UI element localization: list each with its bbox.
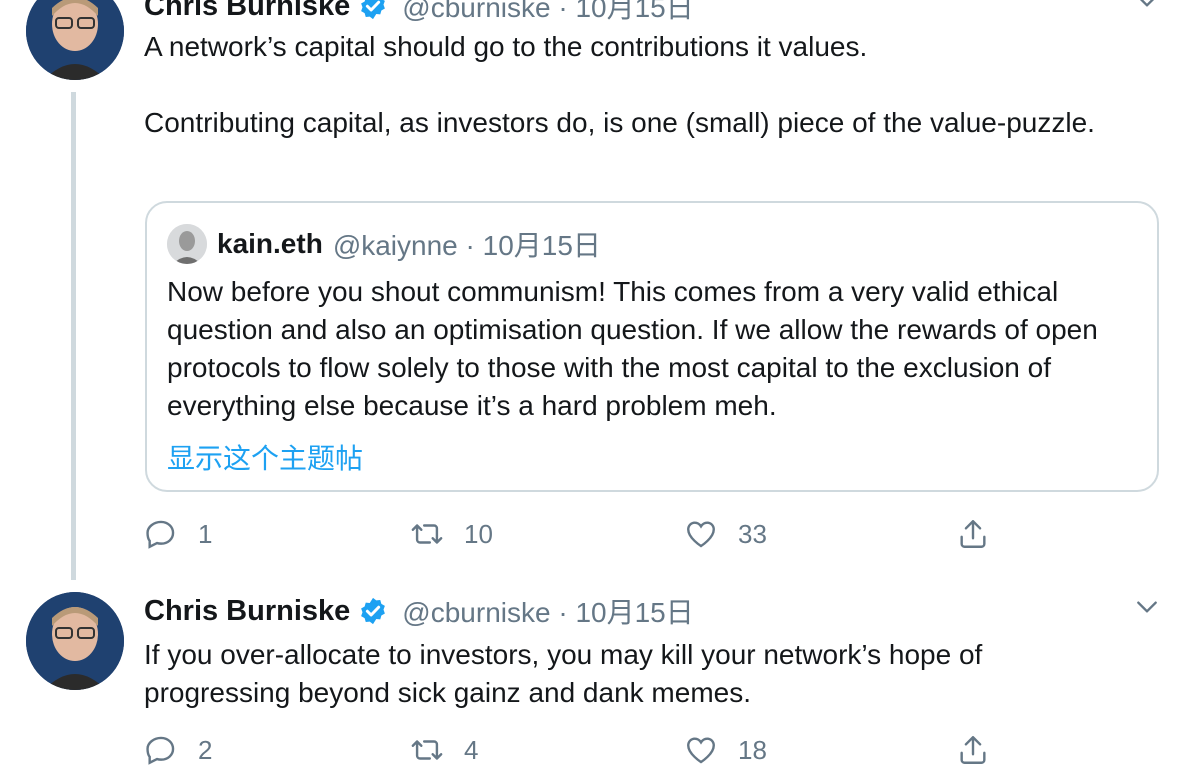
retweet-count: 4 bbox=[464, 734, 479, 765]
chevron-down-icon[interactable] bbox=[1134, 0, 1160, 14]
like-button[interactable]: 18 bbox=[684, 728, 767, 772]
like-icon bbox=[687, 521, 715, 548]
tweet-header: Chris Burniske @cburniske · 10月15日 bbox=[144, 0, 694, 26]
tweet-2[interactable]: Chris Burniske @cburniske · 10月15日 If yo… bbox=[0, 590, 1186, 765]
reply-button[interactable]: 2 bbox=[144, 728, 212, 772]
quoted-text: Now before you shout communism! This com… bbox=[167, 276, 1098, 421]
reply-count: 1 bbox=[198, 518, 213, 549]
reply-button[interactable]: 1 bbox=[144, 512, 212, 556]
avatar[interactable] bbox=[26, 0, 124, 80]
tweet-text: If you over-allocate to investors, you m… bbox=[144, 639, 991, 708]
share-icon bbox=[960, 736, 986, 764]
verified-badge-icon bbox=[358, 0, 388, 21]
tweet-header: Chris Burniske @cburniske · 10月15日 bbox=[144, 591, 694, 631]
reply-count: 2 bbox=[198, 734, 213, 765]
share-button[interactable] bbox=[956, 728, 990, 772]
quoted-author-name[interactable]: kain.eth bbox=[217, 228, 323, 260]
author-name[interactable]: Chris Burniske bbox=[144, 595, 350, 628]
like-count: 33 bbox=[738, 518, 767, 549]
verified-badge-icon bbox=[358, 596, 388, 626]
quoted-handle-date[interactable]: @kaiynne · 10月15日 bbox=[333, 224, 601, 264]
retweet-icon bbox=[411, 740, 443, 760]
share-button[interactable] bbox=[956, 512, 990, 556]
tweet-actions: 1 10 33 bbox=[144, 512, 1144, 556]
tweet-text: A network’s capital should go to the con… bbox=[144, 31, 1095, 138]
share-icon bbox=[960, 520, 986, 548]
show-thread-link[interactable]: 显示这个主题帖 bbox=[167, 437, 363, 477]
thread-line bbox=[71, 92, 76, 580]
handle-date[interactable]: @cburniske · 10月15日 bbox=[402, 591, 693, 631]
like-count: 18 bbox=[738, 734, 767, 765]
like-icon bbox=[687, 737, 715, 764]
quoted-header: kain.eth @kaiynne · 10月15日 bbox=[167, 223, 601, 265]
reply-icon bbox=[146, 736, 175, 765]
chevron-down-icon[interactable] bbox=[1134, 594, 1160, 620]
quoted-tweet[interactable]: kain.eth @kaiynne · 10月15日 Now before yo… bbox=[145, 201, 1159, 492]
retweet-button[interactable]: 10 bbox=[410, 512, 493, 556]
tweet-1[interactable]: Chris Burniske @cburniske · 10月15日 A net… bbox=[0, 0, 1186, 590]
like-button[interactable]: 33 bbox=[684, 512, 767, 556]
author-name[interactable]: Chris Burniske bbox=[144, 0, 350, 23]
retweet-button[interactable]: 4 bbox=[410, 728, 478, 772]
tweet-actions: 2 4 18 bbox=[144, 728, 1144, 772]
reply-icon bbox=[146, 520, 175, 549]
avatar[interactable] bbox=[26, 592, 124, 690]
retweet-icon bbox=[411, 524, 443, 544]
retweet-count: 10 bbox=[464, 518, 493, 549]
handle-date[interactable]: @cburniske · 10月15日 bbox=[402, 0, 693, 26]
quoted-avatar[interactable] bbox=[167, 224, 207, 264]
